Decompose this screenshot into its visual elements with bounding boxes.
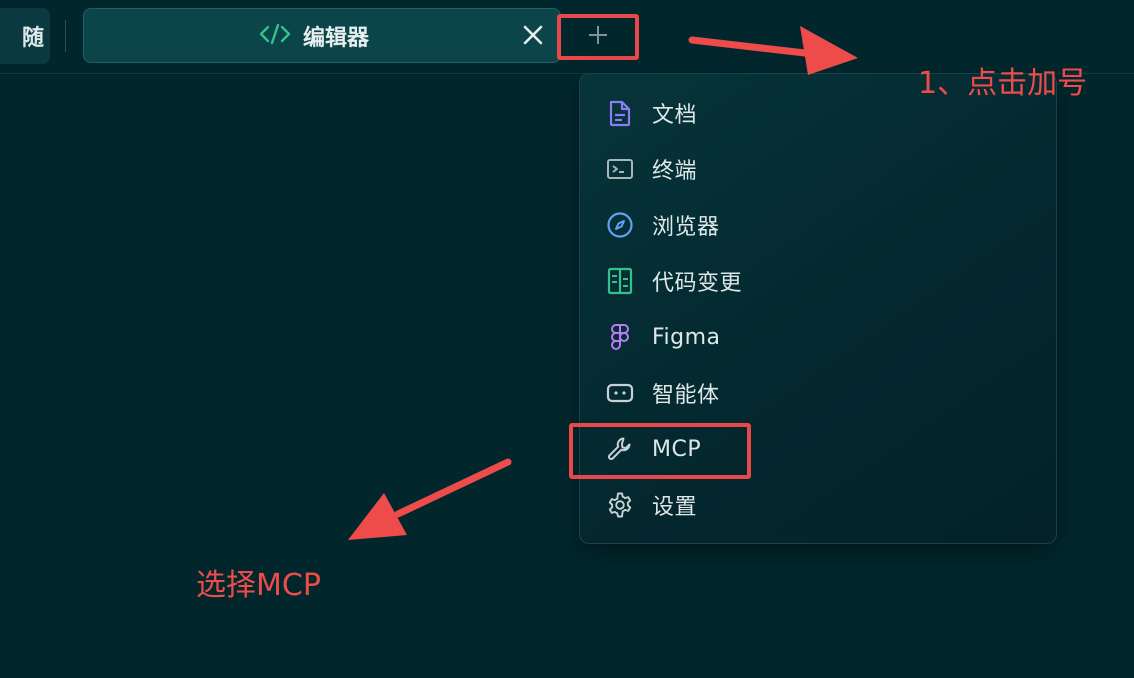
- arrow-to-mcp: [348, 458, 512, 540]
- annotation-step2: 选择MCP: [196, 568, 321, 603]
- annotation-step1: 1、点击加号: [918, 66, 1088, 101]
- arrow-to-add-button: [688, 26, 858, 75]
